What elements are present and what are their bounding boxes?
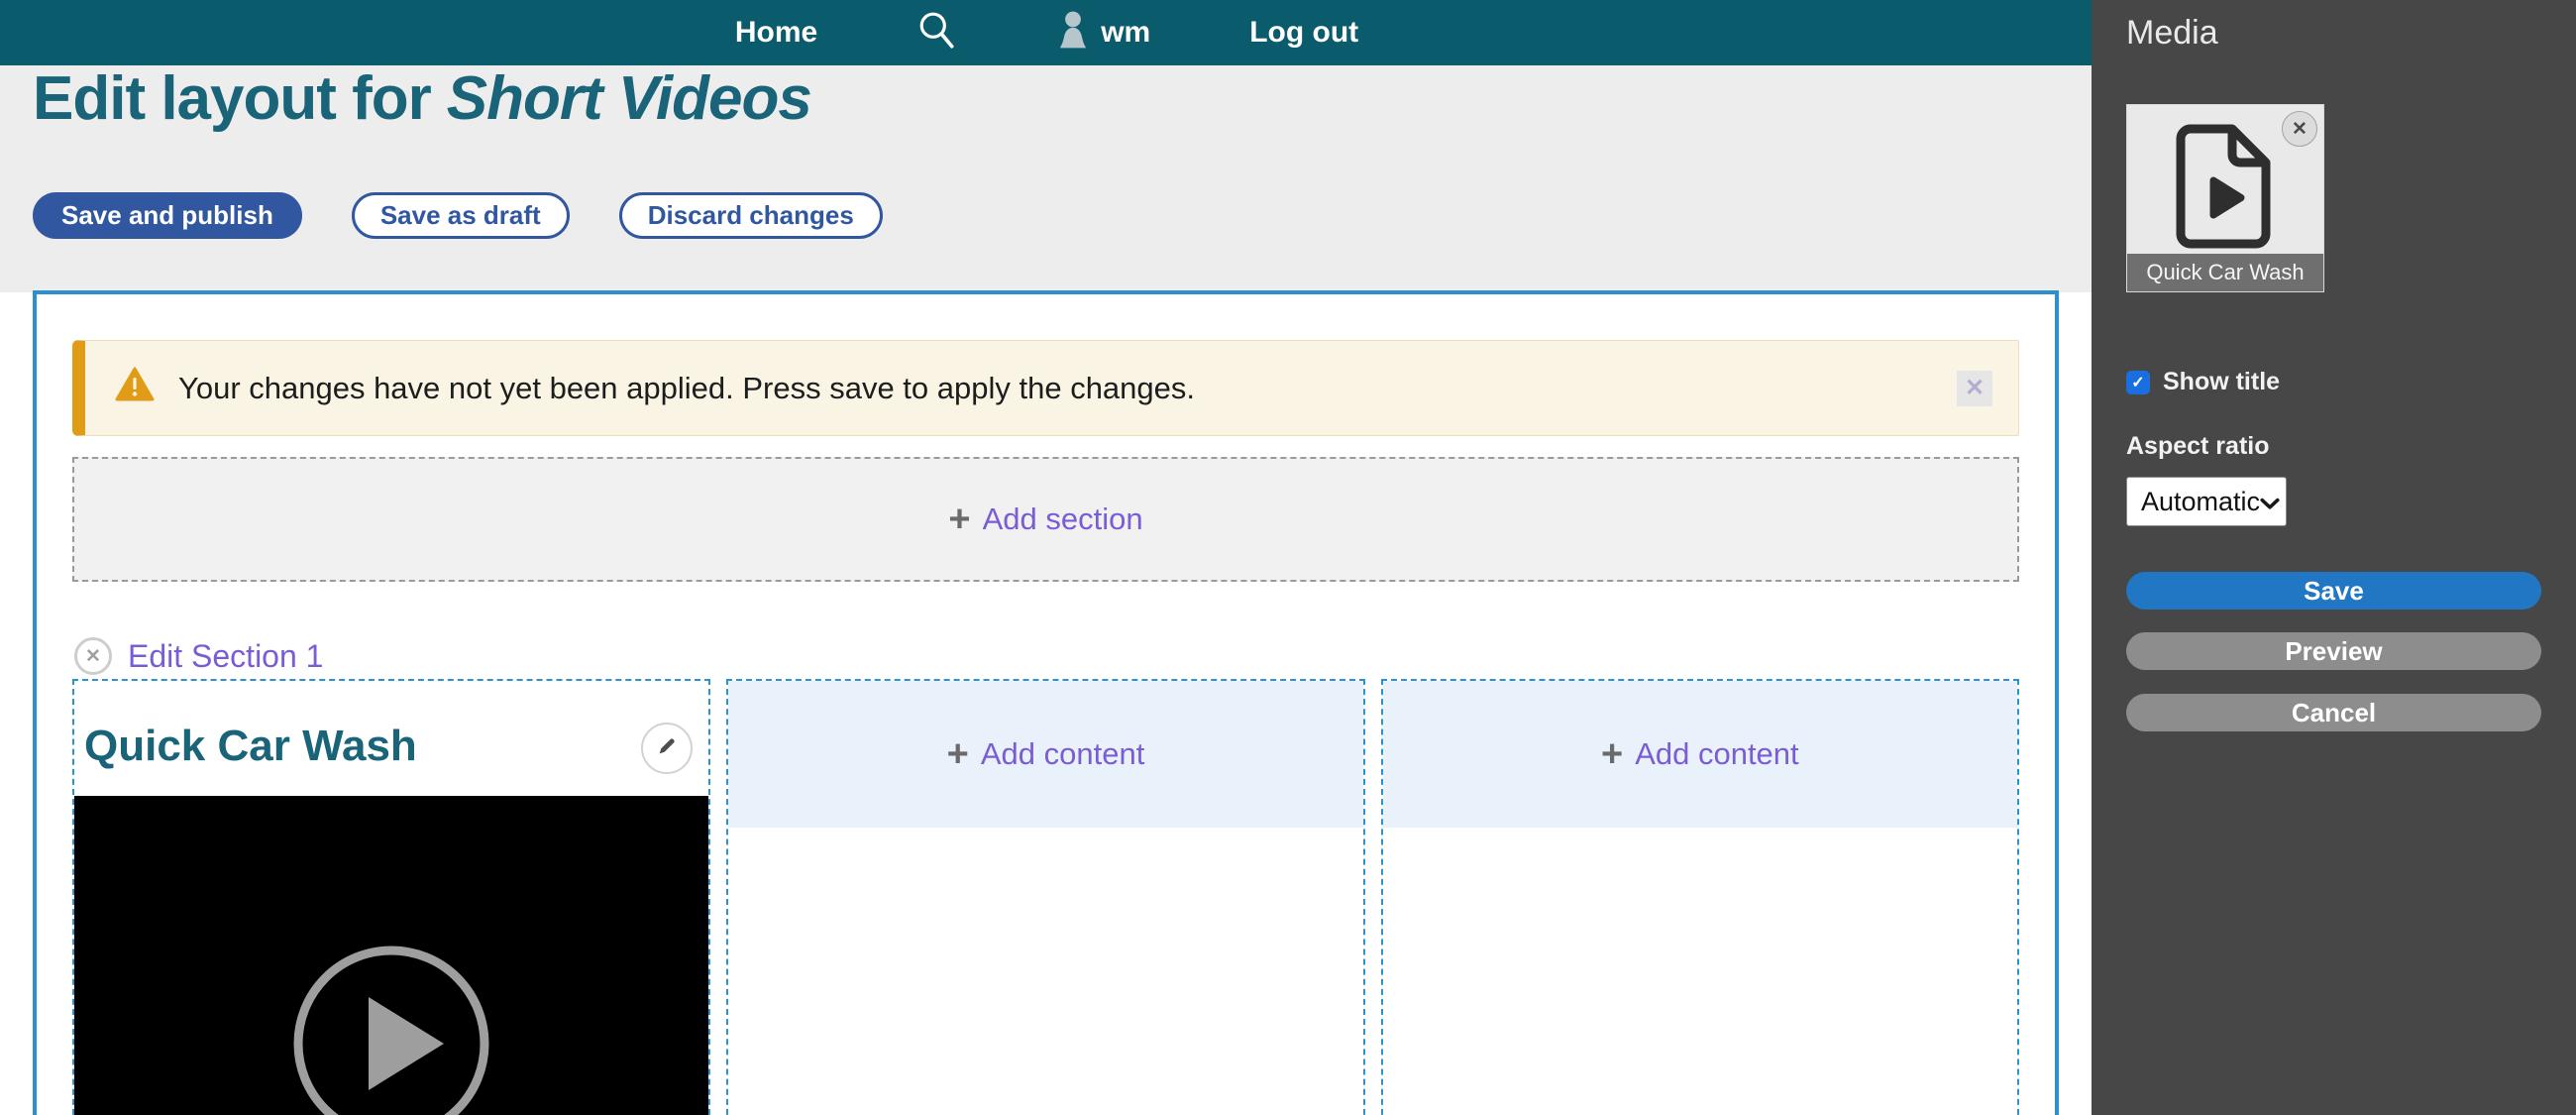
edit-section-link[interactable]: Edit Section 1: [128, 638, 323, 675]
pencil-icon: [654, 733, 680, 764]
warning-close-icon[interactable]: ✕: [1957, 371, 1992, 406]
warning-icon: [115, 367, 155, 410]
plus-icon: +: [948, 501, 970, 538]
save-as-draft-button[interactable]: Save as draft: [352, 192, 570, 239]
add-content-link[interactable]: + Add content: [1601, 735, 1799, 773]
search-icon: [916, 10, 958, 56]
play-button[interactable]: [287, 940, 495, 1115]
show-title-checkbox[interactable]: ✓: [2126, 371, 2150, 394]
add-section-label: Add section: [983, 502, 1143, 537]
add-content-label: Add content: [981, 736, 1144, 772]
remove-media-icon[interactable]: ✕: [2282, 111, 2317, 147]
user-menu[interactable]: wm: [1057, 10, 1150, 56]
header-band: Home wm Log out: [0, 0, 2093, 292]
selected-media-card: ✕ Quick Car Wash: [2126, 104, 2324, 292]
username-label: wm: [1101, 16, 1150, 50]
video-player[interactable]: [74, 796, 708, 1115]
add-content-zone: + Add content: [1383, 681, 2017, 828]
nav-logout-link[interactable]: Log out: [1249, 16, 1358, 50]
aspect-ratio-value: Automatic: [2141, 487, 2260, 517]
warning-text: Your changes have not yet been applied. …: [178, 371, 1195, 406]
chevron-down-icon: [2260, 487, 2280, 517]
column-empty-2: + Add content: [1381, 679, 2019, 1115]
layout-builder-canvas: Your changes have not yet been applied. …: [33, 290, 2059, 1115]
sidebar-preview-button[interactable]: Preview: [2126, 632, 2541, 670]
media-title: Quick Car Wash: [2127, 254, 2323, 291]
section-columns: Quick Car Wash: [72, 679, 2019, 1115]
sidebar-cancel-button[interactable]: Cancel: [2126, 694, 2541, 731]
sidebar-save-button[interactable]: Save: [2126, 572, 2541, 610]
top-navigation: Home wm Log out: [0, 0, 2093, 65]
save-and-publish-button[interactable]: Save and publish: [33, 192, 302, 239]
discard-changes-button[interactable]: Discard changes: [619, 192, 883, 239]
media-settings-panel: Media ✕ Quick Car Wash ✓ Show title Aspe…: [2092, 0, 2576, 1115]
screen: Home wm Log out: [0, 0, 2576, 1115]
remove-section-icon[interactable]: ✕: [74, 637, 112, 675]
add-section-link[interactable]: + Add section: [948, 501, 1142, 538]
plus-icon: +: [947, 735, 969, 773]
user-icon: [1057, 10, 1089, 56]
page-title-prefix: Edit layout for: [33, 64, 431, 133]
aspect-ratio-label: Aspect ratio: [2126, 432, 2541, 461]
search-button[interactable]: [916, 10, 958, 56]
video-file-icon: [2167, 123, 2284, 255]
add-content-label: Add content: [1635, 736, 1798, 772]
block-title: Quick Car Wash: [84, 723, 633, 770]
show-title-field: ✓ Show title: [2126, 368, 2541, 396]
add-content-zone: + Add content: [728, 681, 1362, 828]
add-section-zone: + Add section: [72, 457, 2019, 582]
show-title-label[interactable]: Show title: [2163, 368, 2280, 396]
column-empty-1: + Add content: [726, 679, 1364, 1115]
edit-block-button[interactable]: [641, 723, 693, 774]
plus-icon: +: [1601, 735, 1623, 773]
column-video-block: Quick Car Wash: [72, 679, 710, 1115]
add-content-link[interactable]: + Add content: [947, 735, 1145, 773]
page-title-emphasis: Short Videos: [447, 64, 811, 133]
panel-title: Media: [2126, 0, 2541, 53]
nav-home-link[interactable]: Home: [735, 16, 817, 50]
page-actions: Save and publish Save as draft Discard c…: [33, 192, 883, 239]
page-title: Edit layout forShort Videos: [33, 63, 811, 134]
aspect-ratio-select[interactable]: Automatic: [2126, 477, 2287, 526]
section-header-row: ✕ Edit Section 1: [72, 637, 2019, 675]
warning-message: Your changes have not yet been applied. …: [72, 340, 2019, 436]
